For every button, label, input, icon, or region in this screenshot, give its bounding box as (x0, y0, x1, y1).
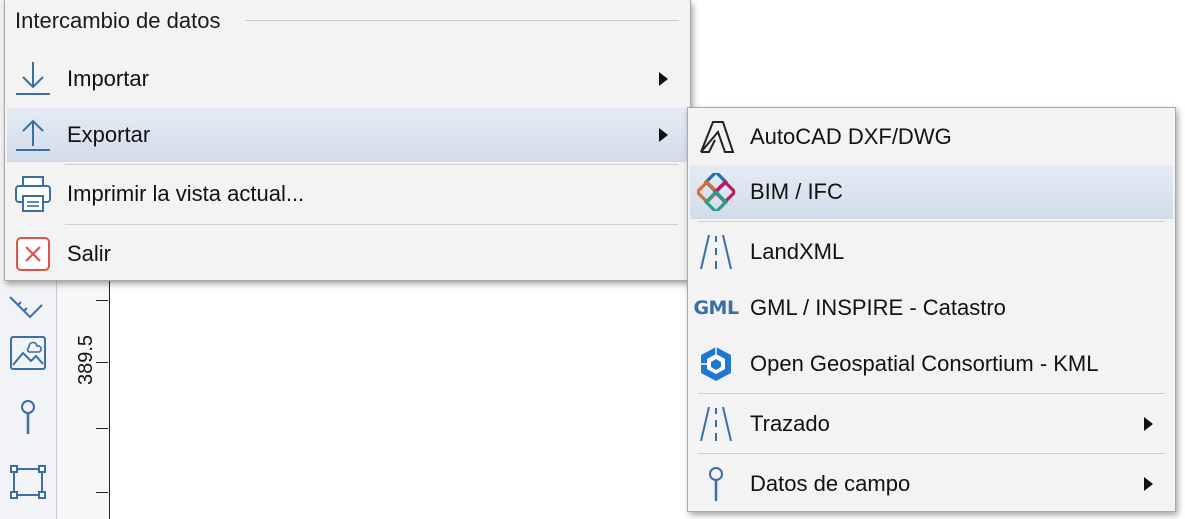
road-icon (690, 397, 742, 451)
data-exchange-menu: Intercambio de datos Importar Exportar I… (4, 0, 691, 281)
measure-icon (9, 296, 43, 319)
submenu-arrow-icon (1144, 417, 1153, 431)
export-submenu: AutoCAD DXF/DWG BIM / IFC LandXML GML GM… (687, 107, 1176, 512)
polygon-tool-button[interactable] (5, 458, 51, 504)
menu-item-label: Exportar (67, 122, 151, 147)
image-tool-button[interactable] (5, 330, 51, 376)
export-arrow-icon (7, 108, 59, 162)
menu-item-salir[interactable]: Salir (7, 227, 688, 281)
menu-item-label: Imprimir la vista actual... (67, 181, 305, 206)
menu-item-gml-inspire[interactable]: GML GML / INSPIRE - Catastro (690, 281, 1173, 335)
menu-item-label: Datos de campo (750, 471, 911, 496)
menu-item-label: Open Geospatial Consortium - KML (750, 351, 1099, 376)
ruler-value: 389.5 (74, 334, 97, 386)
menu-item-label: GML / INSPIRE - Catastro (750, 295, 1006, 320)
submenu-arrow-icon (1144, 477, 1153, 491)
ruler-tick (96, 428, 108, 429)
menu-separator (698, 221, 1165, 222)
exit-icon (7, 227, 59, 281)
import-arrow-icon (7, 52, 59, 106)
pin-icon (21, 400, 35, 434)
menu-separator (65, 224, 678, 225)
menu-item-label: AutoCAD DXF/DWG (750, 124, 952, 149)
menu-item-autocad[interactable]: AutoCAD DXF/DWG (690, 110, 1173, 164)
image-icon (10, 336, 46, 370)
menu-item-print[interactable]: Imprimir la vista actual... (7, 167, 688, 221)
point-tool-button[interactable] (5, 393, 51, 439)
ogc-icon (690, 337, 742, 391)
menu-item-landxml[interactable]: LandXML (690, 225, 1173, 279)
ifc-icon (690, 165, 742, 219)
menu-separator (65, 164, 678, 165)
printer-icon (7, 167, 59, 221)
menu-item-ogc-kml[interactable]: Open Geospatial Consortium - KML (690, 337, 1173, 391)
menu-item-label: BIM / IFC (750, 179, 843, 204)
autocad-icon (690, 110, 742, 164)
menu-section-title: Intercambio de datos (15, 8, 221, 33)
road-icon (690, 225, 742, 279)
ruler-tick (96, 300, 108, 301)
gml-icon-text: GML (693, 297, 739, 319)
menu-item-bim-ifc[interactable]: BIM / IFC (690, 165, 1173, 219)
ruler-tick (96, 492, 108, 493)
menu-item-trazado[interactable]: Trazado (690, 397, 1173, 451)
submenu-arrow-icon (659, 128, 668, 142)
menu-separator (698, 453, 1165, 454)
menu-item-datos-de-campo[interactable]: Datos de campo (690, 457, 1173, 511)
menu-separator (698, 393, 1165, 394)
menu-item-exportar[interactable]: Exportar (7, 108, 688, 162)
menu-item-label: Salir (67, 241, 112, 266)
menu-item-label: Trazado (750, 411, 830, 436)
pin-icon (690, 457, 742, 511)
measure-tool-button[interactable] (5, 282, 51, 328)
menu-item-label: LandXML (750, 239, 845, 264)
gml-icon: GML (690, 281, 742, 335)
menu-item-label: Importar (67, 66, 149, 91)
section-divider (245, 20, 679, 21)
submenu-arrow-icon (659, 72, 668, 86)
polygon-icon (10, 465, 46, 499)
menu-item-importar[interactable]: Importar (7, 52, 688, 106)
